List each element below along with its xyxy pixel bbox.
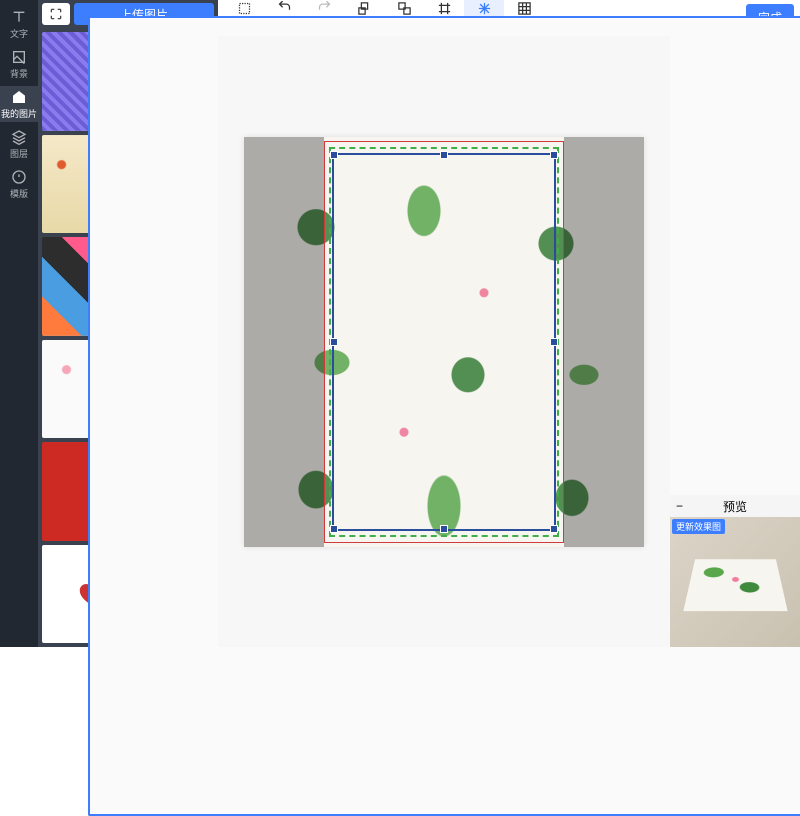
nav-my-images[interactable]: 我的图片 [0,86,38,122]
nav-layers[interactable]: 图层 [0,126,38,162]
preview-title: 预览 [723,498,747,515]
image-grid: YOUR DESIGN HERE ◈ SENIOR2023 [38,28,218,647]
canvas[interactable] [218,36,670,647]
refresh-preview-button[interactable]: 更新效果图 [672,519,725,534]
handle-tl[interactable] [330,151,338,159]
fullscreen-button[interactable] [42,3,70,25]
product-surface[interactable] [244,137,644,547]
selection-box[interactable] [332,153,556,531]
nav-label: 我的图片 [1,107,37,120]
handle-br[interactable] [550,525,558,533]
preview-minimize[interactable]: − [676,499,683,513]
nav-label: 模版 [10,187,28,200]
handle-mr[interactable] [550,338,558,346]
thumb-selected[interactable] [88,28,218,647]
nav-label: 图层 [10,147,28,160]
nav-label: 文字 [10,27,28,40]
nav-label: 背景 [10,67,28,80]
sidepanel: 上传图片 YOUR DESIGN HERE ◈ SENIOR2023 [38,0,218,647]
nav-template[interactable]: 模版 [0,166,38,202]
left-nav: 文字 背景 我的图片 图层 模版 [0,0,38,647]
nav-background[interactable]: 背景 [0,46,38,82]
nav-text[interactable]: 文字 [0,6,38,42]
handle-bm[interactable] [440,525,448,533]
handle-tm[interactable] [440,151,448,159]
handle-ml[interactable] [330,338,338,346]
handle-tr[interactable] [550,151,558,159]
preview-image [670,517,800,647]
handle-bl[interactable] [330,525,338,533]
preview-panel: − 预览 更新效果图 [670,494,800,647]
